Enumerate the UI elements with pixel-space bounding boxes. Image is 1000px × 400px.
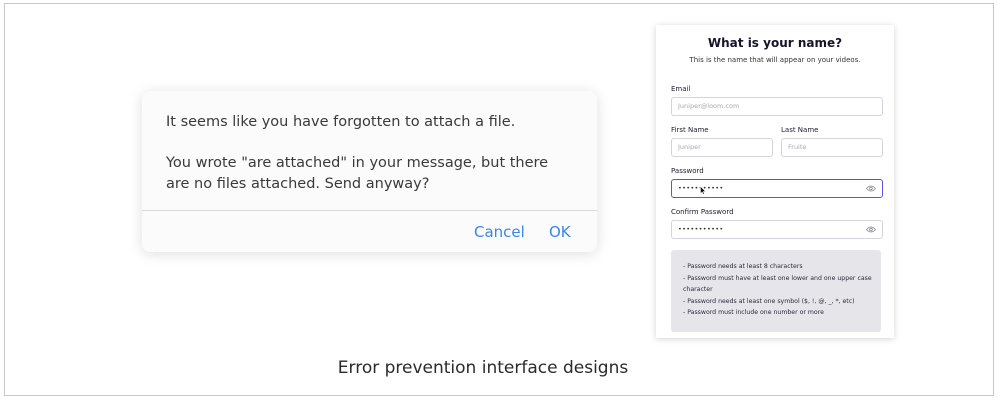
last-name-field[interactable]: Fruite: [781, 138, 883, 157]
password-rule: - Password must have at least one lower …: [683, 274, 872, 294]
password-rule: - Password must include one number or mo…: [683, 309, 824, 317]
eye-icon[interactable]: [866, 226, 876, 233]
first-name-field[interactable]: Juniper: [671, 138, 773, 157]
ok-button[interactable]: OK: [549, 223, 571, 241]
password-rule: - Password needs at least 8 characters: [683, 263, 803, 270]
last-name-label: Last Name: [781, 126, 819, 134]
eye-icon[interactable]: [866, 185, 876, 192]
password-rule: - Password needs at least one symbol ($,…: [683, 297, 855, 305]
password-label: Password: [671, 167, 704, 175]
confirm-password-field[interactable]: •••••••••••: [671, 220, 883, 239]
signup-form-card: What is your name? This is the name that…: [656, 25, 894, 338]
form-title: What is your name?: [707, 36, 843, 50]
email-field[interactable]: Juniper@loom.com: [671, 97, 883, 116]
attachment-warning-dialog: It seems like you have forgotten to atta…: [142, 91, 597, 252]
mouse-cursor-icon: [700, 186, 706, 195]
confirm-password-value: •••••••••••: [678, 225, 724, 233]
dialog-message-primary: It seems like you have forgotten to atta…: [166, 114, 516, 130]
first-name-label: First Name: [671, 126, 709, 134]
email-label: Email: [671, 85, 691, 93]
confirm-password-label: Confirm Password: [671, 208, 734, 216]
form-subtitle: This is the name that will appear on you…: [689, 56, 861, 64]
dialog-divider: [142, 210, 597, 211]
password-requirements-box: - Password needs at least 8 characters -…: [671, 250, 881, 332]
figure-caption: Error prevention interface designs: [337, 358, 629, 378]
dialog-message-secondary: You wrote "are attached" in your message…: [166, 155, 549, 192]
cancel-button[interactable]: Cancel: [474, 223, 525, 241]
